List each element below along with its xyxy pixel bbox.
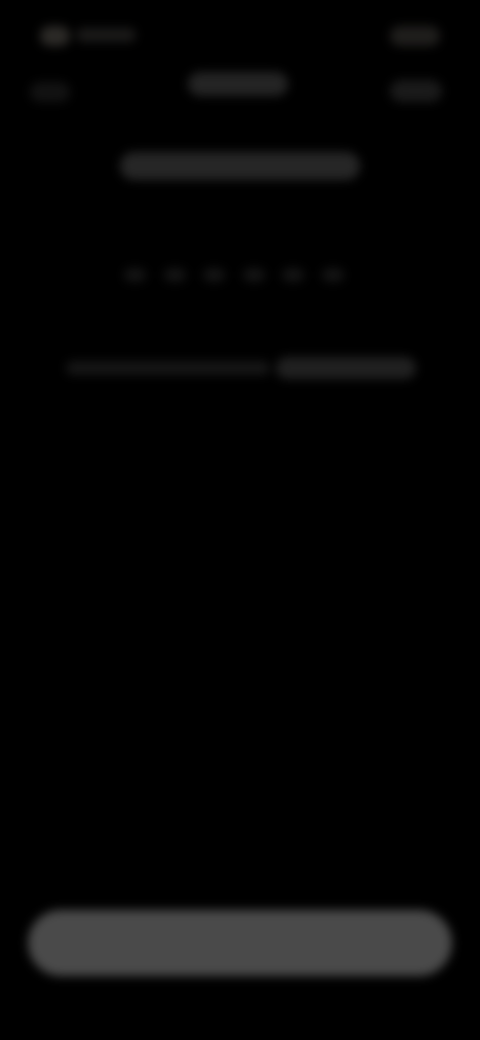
code-entry-placeholder[interactable] [124, 266, 344, 284]
info-link-placeholder[interactable] [276, 357, 416, 379]
code-digit-placeholder [203, 268, 226, 282]
top-left-icon [40, 26, 70, 46]
subtitle-placeholder [120, 152, 360, 180]
code-digit-placeholder [321, 268, 344, 282]
info-text-placeholder [66, 361, 271, 375]
top-right-secondary-placeholder [390, 80, 442, 102]
code-digit-placeholder [124, 268, 146, 282]
top-left-control[interactable] [24, 12, 136, 102]
primary-action-button[interactable] [28, 910, 452, 976]
top-right-icon [390, 26, 440, 46]
code-digit-placeholder [242, 268, 265, 282]
code-digit-placeholder [282, 268, 305, 282]
top-left-label-placeholder [76, 28, 136, 42]
code-digit-placeholder [163, 268, 186, 282]
top-left-secondary-placeholder [30, 82, 70, 102]
blurred-screen [0, 0, 480, 1040]
top-right-control[interactable] [376, 12, 456, 112]
header-title-placeholder [188, 72, 288, 96]
info-line-placeholder [66, 356, 416, 380]
